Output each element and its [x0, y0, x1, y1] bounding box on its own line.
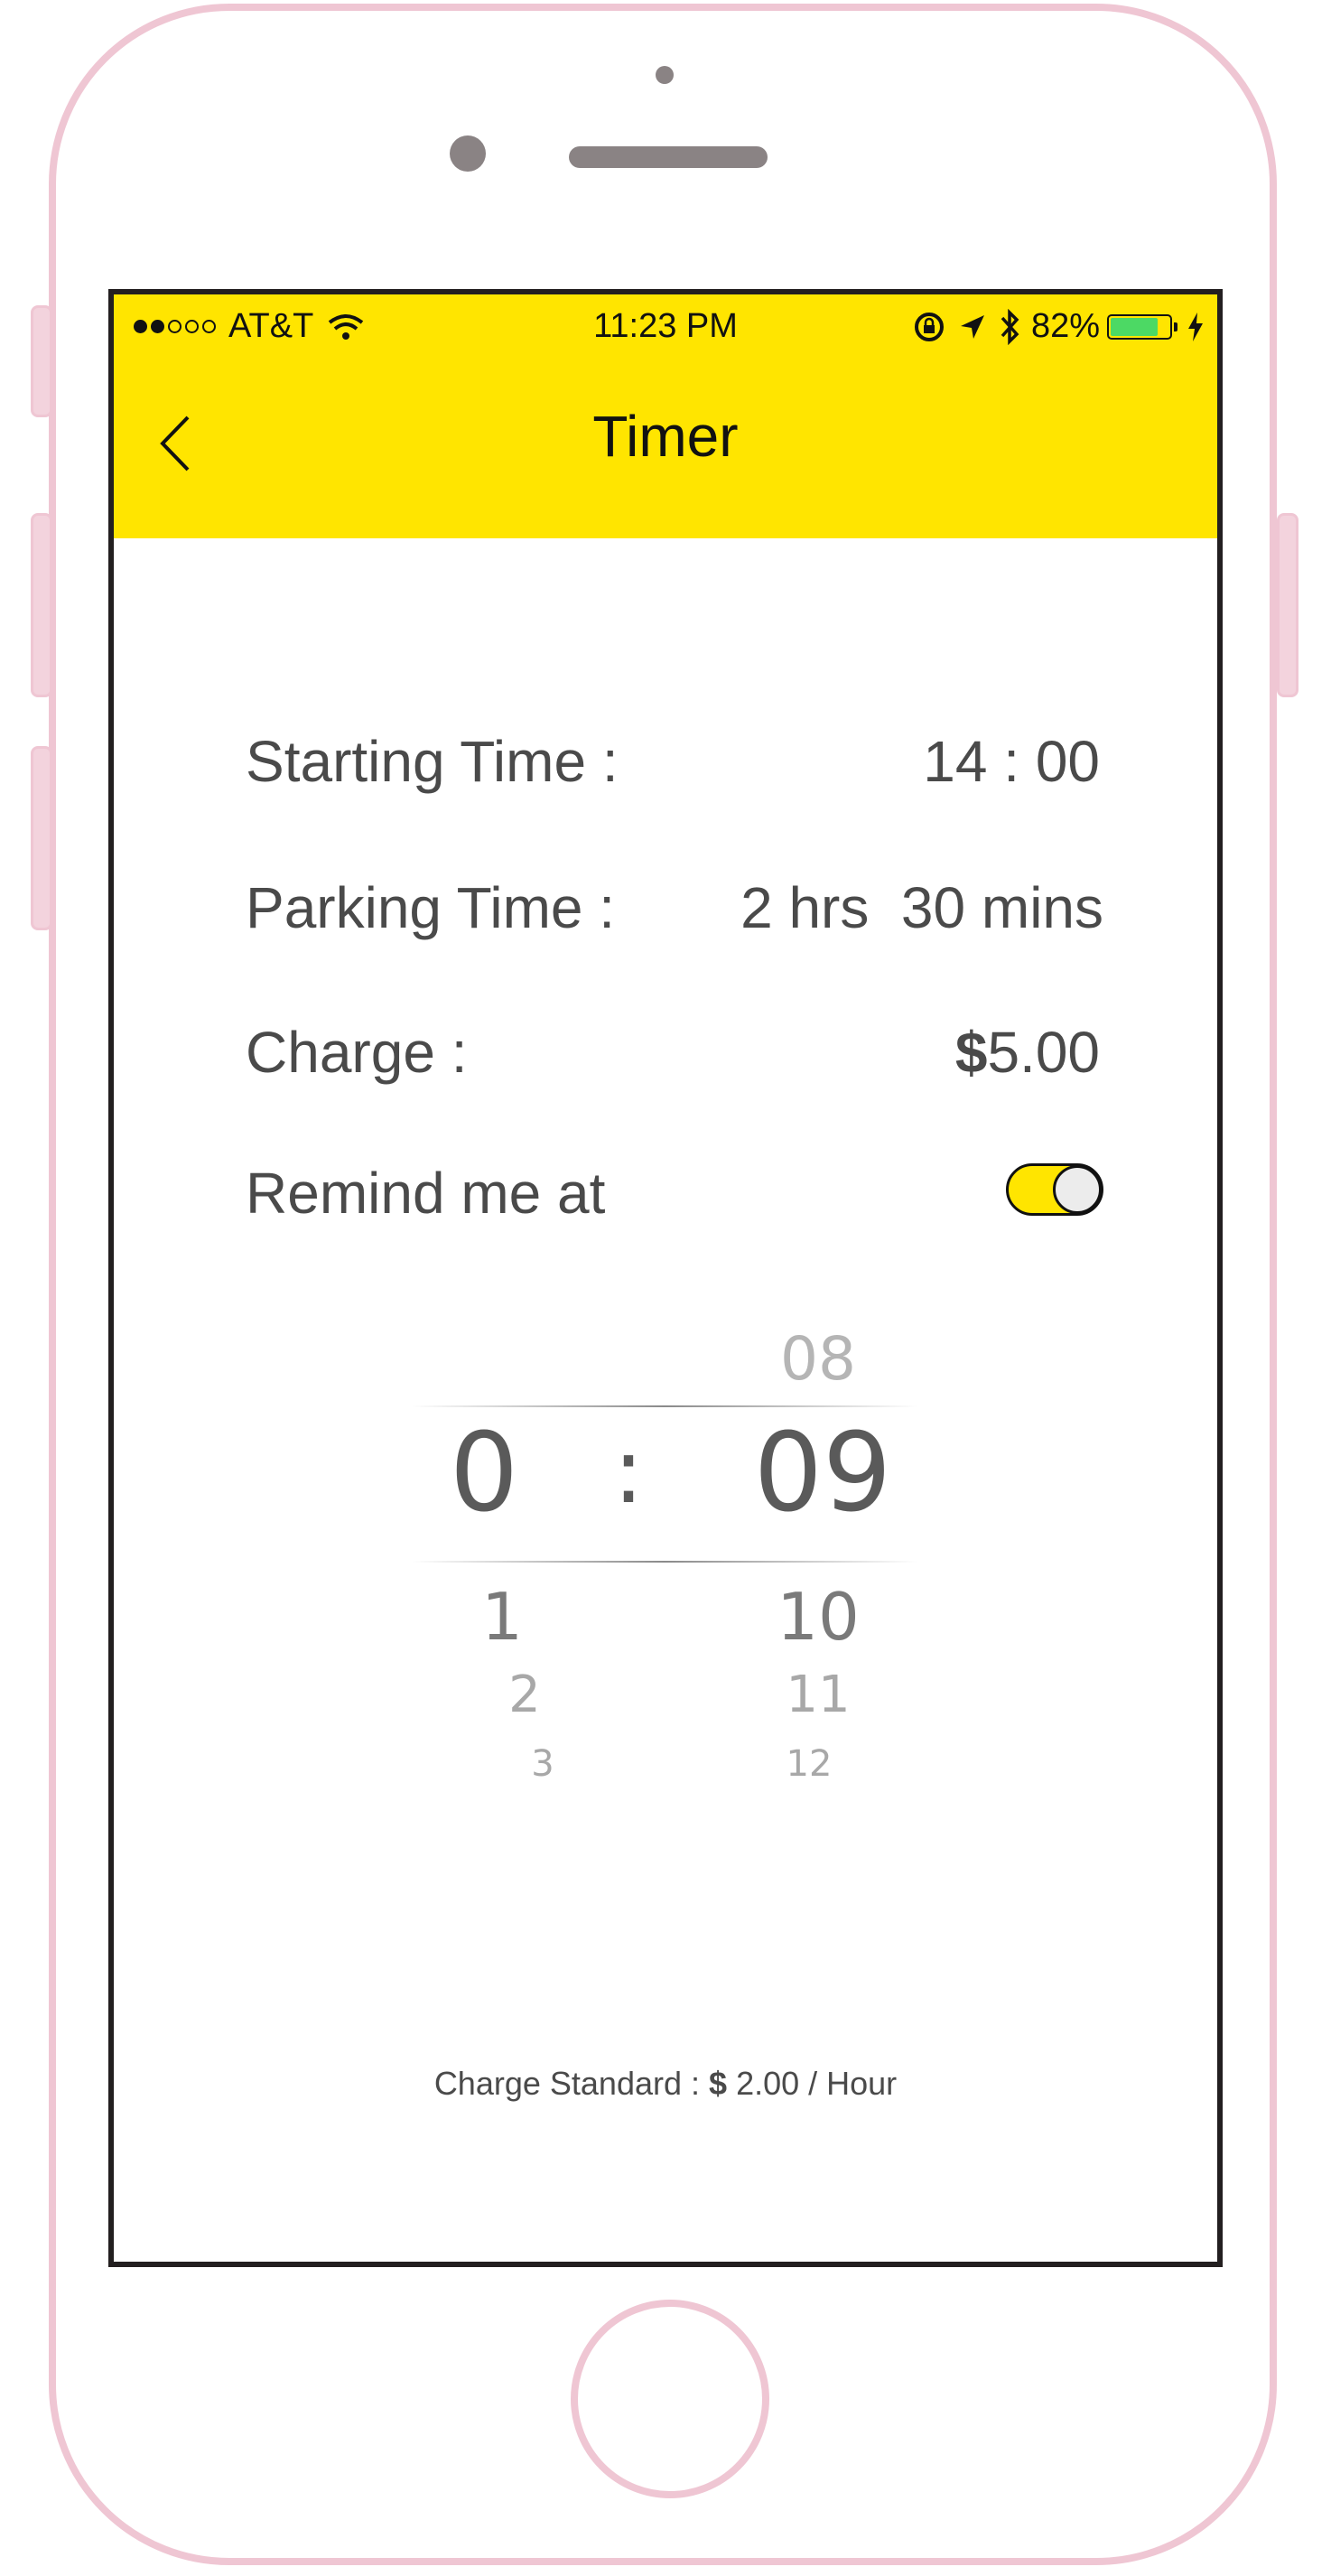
- proximity-sensor: [656, 66, 674, 84]
- charging-bolt-icon: [1188, 312, 1203, 341]
- toggle-knob: [1053, 1165, 1102, 1214]
- earpiece-speaker: [569, 146, 768, 168]
- parking-hours: 2 hrs: [740, 875, 870, 940]
- minute-above[interactable]: 08: [755, 1324, 881, 1394]
- hour-below-3[interactable]: 3: [511, 1743, 574, 1785]
- battery-fill: [1111, 317, 1159, 336]
- minute-below-2[interactable]: 11: [764, 1666, 872, 1724]
- mute-switch: [31, 305, 52, 417]
- minute-below-3[interactable]: 12: [764, 1743, 854, 1785]
- selection-line-top: [412, 1405, 917, 1407]
- screen: AT&T 11:23 PM 82% Timer Starting Time: …: [108, 289, 1223, 2267]
- selection-line-bottom: [412, 1561, 917, 1563]
- power-button: [1277, 513, 1298, 697]
- minute-below-1[interactable]: 10: [759, 1579, 877, 1655]
- currency-symbol: $: [954, 1020, 988, 1085]
- starting-time-value: 14 : 00: [923, 729, 1100, 794]
- remind-label: Remind me at: [246, 1161, 606, 1226]
- charge-amount: 5.00: [987, 1020, 1100, 1085]
- volume-down-button: [31, 746, 52, 930]
- home-button[interactable]: [571, 2300, 769, 2498]
- minute-selected[interactable]: 09: [746, 1411, 899, 1536]
- page-title: Timer: [592, 404, 739, 469]
- battery-icon: [1107, 313, 1177, 340]
- volume-up-button: [31, 513, 52, 697]
- battery-percent: 82%: [1030, 307, 1100, 345]
- rotation-lock-icon: [914, 312, 944, 341]
- charge-value: $5.00: [955, 1019, 1100, 1086]
- time-picker[interactable]: 08 0 : 09 1 10 2 11 3 12: [412, 1324, 917, 1866]
- hour-selected[interactable]: 0: [430, 1411, 538, 1536]
- charge-standard-rate: 2.00 / Hour: [736, 2065, 898, 2102]
- charge-label: Charge :: [246, 1020, 468, 1085]
- location-arrow-icon: [960, 314, 984, 339]
- parking-time-label: Parking Time :: [246, 875, 616, 940]
- starting-time-label: Starting Time :: [246, 729, 619, 794]
- hour-below-2[interactable]: 2: [484, 1666, 565, 1724]
- parking-minutes: 30 mins: [900, 875, 1103, 940]
- remind-toggle[interactable]: [1006, 1163, 1103, 1216]
- charge-standard-currency: $: [709, 2065, 728, 2102]
- parking-time-value: 2 hrs 30 mins: [740, 874, 1103, 941]
- front-camera: [450, 135, 486, 172]
- header: AT&T 11:23 PM 82% Timer: [114, 294, 1217, 538]
- charge-standard-label: Charge Standard :: [433, 2065, 700, 2102]
- bluetooth-icon: [1001, 308, 1019, 345]
- status-bar: AT&T 11:23 PM 82%: [114, 294, 1217, 358]
- picker-separator: :: [613, 1418, 644, 1524]
- charge-standard-note: Charge Standard : $ 2.00 / Hour: [114, 2065, 1217, 2103]
- hour-below-1[interactable]: 1: [457, 1579, 547, 1655]
